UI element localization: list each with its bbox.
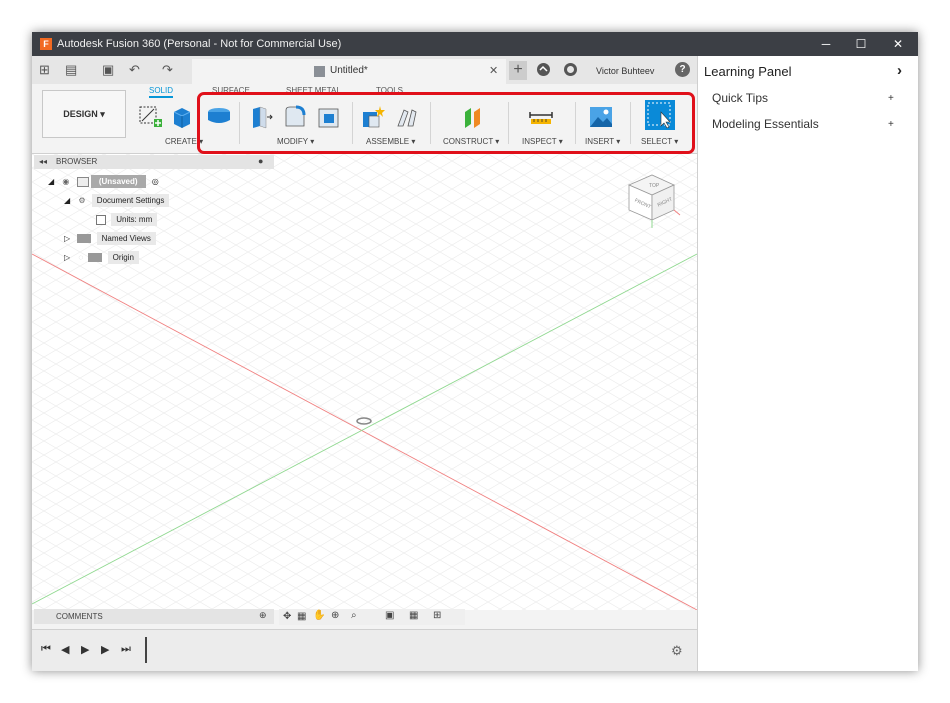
document-title: Untitled*	[330, 65, 368, 76]
help-icon[interactable]: ?	[675, 62, 690, 77]
timeline-marker[interactable]	[145, 637, 147, 663]
comments-title: COMMENTS	[56, 612, 103, 621]
go-to-end-icon[interactable]: ⏭	[121, 643, 131, 656]
timeline-bar: ⏮ ◀ ▶ ▶ ⏭ ⚙	[32, 629, 697, 671]
display-settings-icon[interactable]: ▣	[385, 610, 394, 621]
document-icon	[76, 177, 89, 187]
tree-item-document-settings[interactable]: ◢ ⚙ Document Settings	[64, 194, 170, 211]
modeling-essentials-item[interactable]: Modeling Essentials	[712, 117, 819, 131]
units-label: Units: mm	[111, 213, 158, 227]
app-window: F Autodesk Fusion 360 (Personal - Not fo…	[32, 32, 918, 671]
activate-radio-icon[interactable]: ◎	[152, 177, 159, 186]
expand-arrow-icon[interactable]: ▷	[64, 253, 70, 262]
close-window-button[interactable]: ✕	[885, 35, 911, 53]
browser-title: BROWSER	[56, 157, 98, 166]
play-icon[interactable]: ▶	[81, 643, 89, 656]
fusion-logo-icon: F	[40, 38, 52, 50]
create-sketch-icon[interactable]	[138, 104, 164, 130]
tab-solid[interactable]: SOLID	[149, 86, 174, 98]
named-views-label: Named Views	[96, 232, 156, 245]
learning-panel-title: Learning Panel	[704, 64, 792, 79]
go-to-start-icon[interactable]: ⏮	[41, 643, 51, 656]
pin-icon[interactable]: ●	[258, 156, 263, 166]
document-settings-label: Document Settings	[91, 194, 170, 207]
timeline-settings-icon[interactable]: ⚙	[671, 643, 683, 659]
unsaved-label[interactable]: (Unsaved)	[90, 175, 146, 189]
collapse-icon[interactable]: ◂◂	[39, 157, 47, 166]
window-title: Autodesk Fusion 360 (Personal - Not for …	[57, 38, 342, 50]
tree-root[interactable]: ◢ ◉ (Unsaved) ◎	[48, 175, 159, 192]
minimize-button[interactable]: ─	[813, 35, 839, 53]
zoom-icon[interactable]: ⊕	[331, 610, 339, 621]
file-menu-icon[interactable]: ▤	[65, 62, 77, 78]
browser-header: ◂◂ BROWSER ●	[34, 155, 274, 169]
navigation-bar: ✥ ▦ ✋ ⊕ ⌕ ▣ ▦ ⊞	[279, 609, 465, 625]
redo-icon[interactable]: ↷	[162, 62, 173, 78]
collapse-panel-icon[interactable]: ›	[897, 62, 902, 79]
title-bar: F Autodesk Fusion 360 (Personal - Not fo…	[32, 32, 918, 56]
modeling-essentials-expand-icon[interactable]: +	[888, 119, 894, 130]
orbit-icon[interactable]: ✥	[283, 611, 291, 622]
gear-icon: ⚙	[78, 196, 86, 205]
close-document-icon[interactable]: ✕	[489, 64, 498, 77]
document-cube-icon	[314, 66, 325, 77]
expand-arrow-icon[interactable]: ◢	[64, 196, 70, 205]
highlight-frame	[197, 92, 695, 154]
eye-hidden-icon[interactable]: ◌	[78, 253, 83, 262]
workspace-dropdown[interactable]: DESIGN ▾	[42, 90, 126, 138]
tree-item-named-views[interactable]: ▷ Named Views	[64, 232, 156, 249]
viewcube-top-label: TOP	[649, 183, 660, 189]
user-name[interactable]: Victor Buhteev	[596, 66, 654, 76]
maximize-button[interactable]: ☐	[848, 35, 874, 53]
folder-icon	[77, 234, 92, 244]
comments-panel[interactable]: COMMENTS ⊕	[34, 609, 274, 624]
learning-panel: Learning Panel › Quick Tips + Modeling E…	[697, 56, 918, 671]
look-at-icon[interactable]: ▦	[297, 611, 306, 622]
folder-icon	[88, 253, 103, 263]
origin-label: Origin	[107, 251, 139, 264]
step-forward-icon[interactable]: ▶	[101, 643, 109, 656]
units-icon	[96, 215, 106, 225]
expand-arrow-icon[interactable]: ▷	[64, 234, 70, 243]
grid-menu-icon[interactable]: ⊞	[39, 62, 50, 78]
view-cube[interactable]: TOP FRONT RIGHT	[624, 170, 682, 230]
save-icon[interactable]: ▣	[102, 62, 114, 78]
document-tab[interactable]: Untitled* ✕	[192, 59, 506, 84]
fit-icon[interactable]: ⌕	[351, 610, 357, 621]
viewports-icon[interactable]: ⊞	[433, 610, 441, 621]
quick-tips-item[interactable]: Quick Tips	[712, 91, 768, 105]
job-status-icon[interactable]	[536, 62, 551, 77]
expand-arrow-icon[interactable]: ◢	[48, 177, 54, 186]
add-comment-icon[interactable]: ⊕	[259, 610, 267, 621]
grid-settings-icon[interactable]: ▦	[409, 610, 418, 621]
tree-item-units[interactable]: Units: mm	[96, 213, 158, 230]
tree-item-origin[interactable]: ▷ ◌ Origin	[64, 251, 139, 268]
browser-panel: ◂◂ BROWSER ● ◢ ◉ (Unsaved) ◎ ◢ ⚙ Documen…	[34, 155, 274, 275]
box-icon[interactable]	[170, 104, 196, 130]
eye-icon[interactable]: ◉	[62, 177, 69, 186]
new-tab-button[interactable]: +	[509, 61, 527, 80]
quick-tips-expand-icon[interactable]: +	[888, 93, 894, 104]
pan-icon[interactable]: ✋	[313, 610, 325, 621]
clock-icon[interactable]	[563, 62, 578, 77]
step-back-icon[interactable]: ◀	[61, 643, 69, 656]
undo-icon[interactable]: ↶	[129, 62, 140, 78]
